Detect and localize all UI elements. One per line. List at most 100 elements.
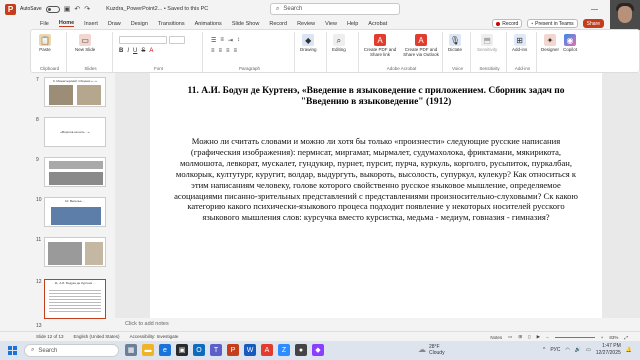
word-taskbar-icon[interactable]: W	[244, 344, 256, 356]
accessibility-status[interactable]: Accessibility: Investigate	[130, 334, 179, 339]
tab-file[interactable]: File	[40, 21, 49, 27]
addins-icon: ⊞	[513, 34, 526, 46]
justify-icon[interactable]: ≡	[234, 48, 238, 54]
line-spacing-icon[interactable]: ↕	[237, 37, 240, 44]
create-pdf-outlook-button[interactable]: A Create PDF and Share via Outlook	[401, 34, 441, 57]
zoom-out-icon[interactable]: −	[546, 335, 549, 340]
teams-taskbar-icon[interactable]: T	[210, 344, 222, 356]
voice-group-label: Voice	[451, 66, 463, 71]
slideshow-view-icon[interactable]: ▶	[537, 334, 540, 340]
slide-thumbnail[interactable]: 9. Монастырский. Сборник «...»	[44, 77, 106, 107]
sensitivity-button[interactable]: ⬒ Sensitivity	[477, 34, 497, 52]
weather-widget[interactable]: ☁ 28°F Cloudy	[418, 344, 445, 356]
outlook-icon[interactable]: O	[193, 344, 205, 356]
taskbar-search[interactable]: ⌕ Search	[24, 344, 119, 357]
undo-icon[interactable]: ↶	[74, 5, 80, 13]
tab-home[interactable]: Home	[58, 20, 75, 27]
tab-insert[interactable]: Insert	[84, 21, 98, 27]
tab-record[interactable]: Record	[269, 21, 287, 27]
autosave-toggle[interactable]	[45, 5, 60, 13]
powerpoint-taskbar-icon[interactable]: P	[227, 344, 239, 356]
addins-button[interactable]: ⊞ Add-ins	[512, 34, 527, 52]
share-button[interactable]: Share	[582, 19, 604, 28]
notification-icon[interactable]: 🔔	[626, 347, 632, 353]
normal-view-icon[interactable]: ▭	[508, 334, 512, 340]
paste-button[interactable]: 📋 Paste	[39, 34, 51, 52]
battery-icon[interactable]: ▭	[586, 347, 591, 353]
drawing-button[interactable]: ◆ Drawing	[300, 34, 317, 52]
slide-thumbnails-pane[interactable]: 7 9. Монастырский. Сборник «...» 8 «Воро…	[30, 73, 115, 329]
task-view-icon[interactable]: ▦	[125, 344, 137, 356]
editing-button[interactable]: ⌕ Editing	[332, 34, 346, 52]
align-left-icon[interactable]: ≡	[211, 48, 215, 54]
input-language[interactable]: РУС	[550, 347, 560, 353]
dictate-label: Dictate	[448, 47, 463, 52]
slide-thumbnail[interactable]: «Ворогов на нить ...»	[44, 117, 106, 147]
wifi-icon[interactable]: ◠	[565, 347, 569, 353]
align-right-icon[interactable]: ≡	[226, 48, 230, 54]
align-center-icon[interactable]: ≡	[219, 48, 223, 54]
font-color-icon[interactable]: A	[149, 48, 153, 54]
reading-view-icon[interactable]: ▯	[528, 334, 530, 340]
slide-thumbnail[interactable]	[44, 237, 106, 267]
slide-body-text[interactable]: Можно ли считать словами и можно ли хотя…	[168, 136, 584, 223]
slide-thumbnail-selected[interactable]: 11. А.И. Бодуэн де Куртенэ ...	[44, 279, 106, 319]
tab-slide-show[interactable]: Slide Show	[232, 21, 260, 27]
font-family-select[interactable]	[119, 36, 167, 44]
dictate-button[interactable]: 🎙 Dictate	[448, 34, 462, 52]
new-slide-icon: ▭	[79, 34, 92, 46]
fit-slide-icon[interactable]: ⤢	[624, 335, 628, 340]
tab-transitions[interactable]: Transitions	[158, 21, 185, 27]
bold-icon[interactable]: B	[119, 48, 123, 54]
tray-chevron-icon[interactable]: ^	[543, 347, 545, 353]
underline-icon[interactable]: U	[133, 48, 137, 54]
volume-icon[interactable]: 🔊	[575, 347, 581, 353]
title-search-box[interactable]: ⌕ Search	[270, 3, 400, 15]
clock[interactable]: 1:47 PM 12/27/2025	[596, 343, 621, 356]
create-pdf-share-button[interactable]: A Create PDF and Share link	[363, 34, 397, 57]
present-in-teams-button[interactable]: ▪ Present in Teams	[527, 19, 578, 28]
zoom-slider[interactable]	[554, 336, 595, 338]
store-icon[interactable]: ▣	[176, 344, 188, 356]
edge-icon[interactable]: e	[159, 344, 171, 356]
italic-icon[interactable]: I	[127, 48, 129, 54]
language-indicator[interactable]: English (United States)	[74, 334, 120, 339]
zoom-app-icon[interactable]: Z	[278, 344, 290, 356]
acrobat-taskbar-icon[interactable]: A	[261, 344, 273, 356]
tab-review[interactable]: Review	[297, 21, 315, 27]
app-icon[interactable]: ●	[295, 344, 307, 356]
redo-icon[interactable]: ↷	[84, 5, 90, 13]
tab-acrobat[interactable]: Acrobat	[368, 21, 387, 27]
tab-help[interactable]: Help	[347, 21, 358, 27]
indent-icon[interactable]: ⇥	[228, 37, 233, 44]
minimize-icon[interactable]: —	[591, 6, 598, 13]
slide-thumbnail[interactable]: 10. Веселье ...	[44, 197, 106, 227]
tab-design[interactable]: Design	[131, 21, 148, 27]
slide-title[interactable]: 11. А.И. Бодун де Куртенэ, «Введение в я…	[180, 86, 572, 108]
bullets-icon[interactable]: ☰	[211, 37, 216, 44]
file-explorer-icon[interactable]: ▬	[142, 344, 154, 356]
tab-draw[interactable]: Draw	[108, 21, 121, 27]
thumbnail-number: 8	[36, 117, 39, 123]
new-slide-button[interactable]: ▭ New Slide	[75, 34, 95, 52]
zoom-level[interactable]: 83%	[609, 335, 618, 340]
strike-icon[interactable]: S	[141, 48, 145, 54]
record-button[interactable]: Record	[492, 19, 523, 28]
notes-toggle[interactable]: Notes	[490, 335, 502, 340]
slide-thumbnail[interactable]	[44, 157, 106, 187]
sorter-view-icon[interactable]: ⊞	[518, 334, 522, 340]
copilot-button[interactable]: ◉ Copilot	[563, 34, 577, 52]
app-icon[interactable]: ◆	[312, 344, 324, 356]
windows-start-icon[interactable]	[8, 346, 17, 355]
designer-button[interactable]: ✦ Designer	[541, 34, 559, 52]
tab-animations[interactable]: Animations	[195, 21, 222, 27]
current-slide[interactable]: 11. А.И. Бодун де Куртенэ, «Введение в я…	[150, 73, 602, 318]
numbering-icon[interactable]: ≡	[220, 37, 224, 44]
notes-pane[interactable]: Click to add notes	[115, 318, 640, 331]
font-size-select[interactable]	[169, 36, 185, 44]
document-title[interactable]: Kuzdra_PowerPoint2... • Saved to this PC	[106, 6, 208, 12]
tab-view[interactable]: View	[325, 21, 337, 27]
paste-icon: 📋	[39, 34, 51, 46]
zoom-in-icon[interactable]: +	[601, 335, 604, 340]
save-icon[interactable]: ▣	[64, 5, 71, 13]
